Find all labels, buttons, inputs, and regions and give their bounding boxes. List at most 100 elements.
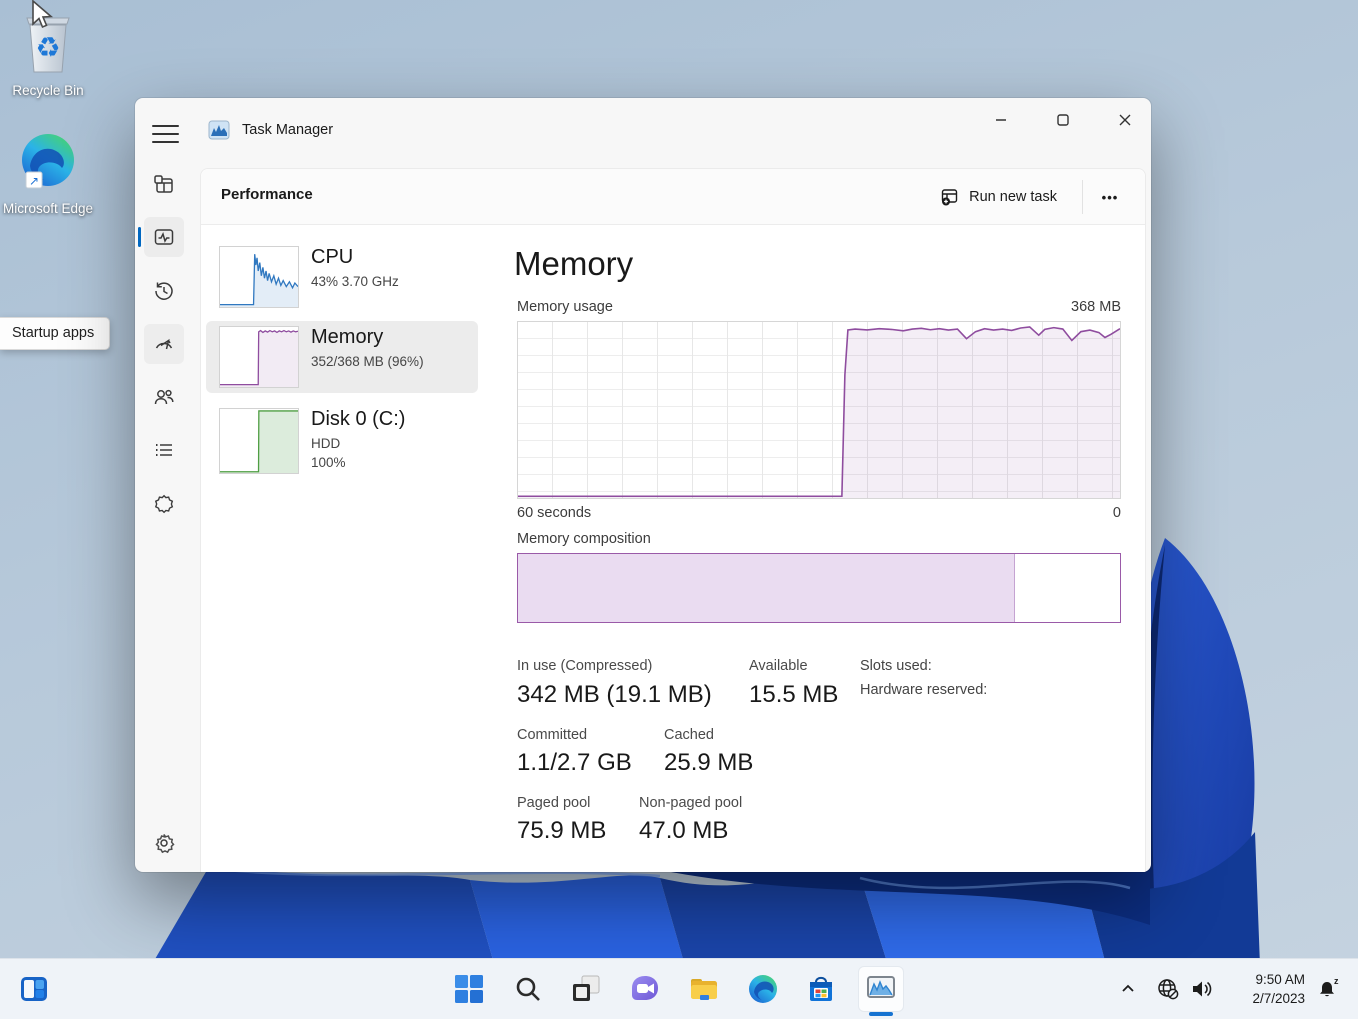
chat-button[interactable] bbox=[629, 973, 661, 1005]
task-view-icon bbox=[573, 975, 600, 1001]
run-new-task-label: Run new task bbox=[969, 189, 1057, 205]
edge-taskbar-button[interactable] bbox=[747, 973, 779, 1005]
task-manager-taskbar-icon bbox=[867, 976, 895, 998]
sidebar-item-settings[interactable] bbox=[144, 823, 184, 863]
task-manager-app-icon bbox=[208, 120, 230, 140]
file-explorer-button[interactable] bbox=[688, 973, 720, 1005]
detail-title: Memory bbox=[514, 245, 634, 282]
nonpaged-pool-label: Non-paged pool bbox=[639, 795, 743, 811]
hardware-reserved-label: Hardware reserved: bbox=[860, 682, 988, 698]
run-new-task-icon bbox=[941, 189, 958, 206]
titlebar: Task Manager bbox=[135, 98, 1151, 160]
cached-value: 25.9 MB bbox=[664, 749, 754, 776]
task-view-button[interactable] bbox=[570, 973, 602, 1005]
speaker-icon bbox=[1193, 981, 1212, 997]
task-manager-window: Task Manager Performance Run new task ••… bbox=[135, 98, 1151, 872]
more-options-button[interactable]: ••• bbox=[1091, 181, 1129, 213]
maximize-button[interactable] bbox=[1040, 102, 1086, 138]
time-axis-right: 0 bbox=[1112, 505, 1121, 521]
minimize-icon bbox=[996, 119, 1006, 121]
settings-gear-icon bbox=[155, 834, 175, 854]
memory-title: Memory bbox=[311, 326, 384, 348]
edge-taskbar-icon bbox=[749, 975, 777, 1003]
memory-composition-fill bbox=[518, 554, 1015, 622]
clock-time: 9:50 AM bbox=[1255, 972, 1305, 987]
svg-text:z: z bbox=[1334, 976, 1339, 986]
task-manager-taskbar-button[interactable] bbox=[858, 966, 904, 1012]
cpu-title: CPU bbox=[311, 246, 354, 268]
users-icon bbox=[154, 389, 174, 405]
details-icon bbox=[156, 444, 172, 456]
run-new-task-button[interactable]: Run new task bbox=[930, 181, 1067, 213]
start-button[interactable] bbox=[453, 973, 485, 1005]
startup-apps-icon bbox=[155, 338, 173, 350]
chat-icon bbox=[632, 976, 658, 1000]
committed-label: Committed bbox=[517, 727, 588, 743]
performance-icon bbox=[154, 229, 174, 245]
microsoft-store-icon bbox=[810, 976, 832, 1001]
sidebar-item-startup-apps[interactable] bbox=[144, 324, 184, 364]
paged-pool-label: Paged pool bbox=[517, 795, 591, 811]
slots-used-label: Slots used: bbox=[860, 658, 932, 674]
file-explorer-icon bbox=[691, 979, 717, 1000]
close-button[interactable] bbox=[1102, 102, 1148, 138]
sidebar-item-performance[interactable] bbox=[144, 217, 184, 257]
widgets-button[interactable] bbox=[18, 973, 50, 1005]
clock-date: 2/7/2023 bbox=[1252, 991, 1305, 1006]
sidebar-item-processes[interactable] bbox=[144, 164, 184, 204]
processes-icon bbox=[154, 175, 173, 193]
task-manager-active-indicator bbox=[869, 1012, 893, 1016]
windows-start-icon bbox=[455, 975, 483, 1003]
desktop-icon-edge[interactable]: ↗ Microsoft Edge bbox=[0, 132, 96, 217]
cached-label: Cached bbox=[664, 727, 714, 743]
perf-list-item-disk[interactable]: Disk 0 (C:) HDD 100% bbox=[206, 403, 478, 491]
volume-button[interactable] bbox=[1186, 973, 1218, 1005]
available-value: 15.5 MB bbox=[749, 681, 839, 708]
pane-header: Performance Run new task ••• bbox=[201, 169, 1145, 225]
desktop-icon-label: Recycle Bin bbox=[12, 83, 84, 98]
memory-scale-max: 368 MB bbox=[1071, 299, 1121, 315]
memory-usage-chart bbox=[517, 321, 1121, 499]
cpu-mini-chart bbox=[219, 246, 299, 308]
svg-text:♻: ♻ bbox=[35, 32, 60, 63]
memory-subtitle: 352/368 MB (96%) bbox=[311, 354, 424, 369]
content-pane: Performance Run new task ••• CPU 43% 3.7… bbox=[200, 168, 1146, 872]
search-button[interactable] bbox=[512, 973, 544, 1005]
widgets-icon bbox=[21, 977, 47, 1001]
close-icon bbox=[1119, 114, 1131, 126]
memory-composition-bar bbox=[517, 553, 1121, 623]
network-button[interactable] bbox=[1152, 973, 1184, 1005]
cpu-subtitle: 43% 3.70 GHz bbox=[311, 274, 399, 289]
mouse-cursor bbox=[32, 0, 54, 29]
tray-clock[interactable]: 9:50 AM 2/7/2023 bbox=[1215, 970, 1305, 1008]
hamburger-menu-button[interactable] bbox=[152, 119, 179, 143]
desktop: { "colors": { "accent_blue": "#0067c0", … bbox=[0, 0, 1358, 1019]
network-no-internet-icon bbox=[1158, 979, 1179, 1000]
disk-mini-chart bbox=[219, 408, 299, 474]
bell-snooze-icon: z bbox=[1320, 976, 1339, 997]
perf-list-item-cpu[interactable]: CPU 43% 3.70 GHz bbox=[206, 241, 478, 313]
sidebar-item-users[interactable] bbox=[144, 377, 184, 417]
sidebar-item-details[interactable] bbox=[144, 430, 184, 470]
services-icon bbox=[154, 494, 174, 514]
header-divider bbox=[1082, 180, 1083, 214]
memory-mini-chart bbox=[219, 326, 299, 388]
minimize-button[interactable] bbox=[978, 102, 1024, 138]
nonpaged-pool-value: 47.0 MB bbox=[639, 817, 729, 844]
store-button[interactable] bbox=[805, 973, 837, 1005]
tray-chevron-button[interactable] bbox=[1117, 973, 1139, 1005]
disk-subtitle2: 100% bbox=[311, 455, 346, 470]
notification-bell-button[interactable]: z bbox=[1312, 973, 1344, 1005]
edge-icon: ↗ bbox=[22, 134, 74, 189]
available-label: Available bbox=[749, 658, 808, 674]
svg-text:↗: ↗ bbox=[29, 174, 39, 188]
paged-pool-value: 75.9 MB bbox=[517, 817, 607, 844]
perf-list-item-memory[interactable]: Memory 352/368 MB (96%) bbox=[206, 321, 478, 393]
disk-title: Disk 0 (C:) bbox=[311, 408, 406, 430]
memory-composition-label: Memory composition bbox=[517, 531, 651, 547]
sidebar-item-services[interactable] bbox=[144, 484, 184, 524]
sidebar-item-app-history[interactable] bbox=[144, 271, 184, 311]
selected-nav-accent bbox=[138, 227, 141, 247]
committed-value: 1.1/2.7 GB bbox=[517, 749, 632, 776]
startup-apps-tooltip: Startup apps bbox=[0, 317, 111, 350]
